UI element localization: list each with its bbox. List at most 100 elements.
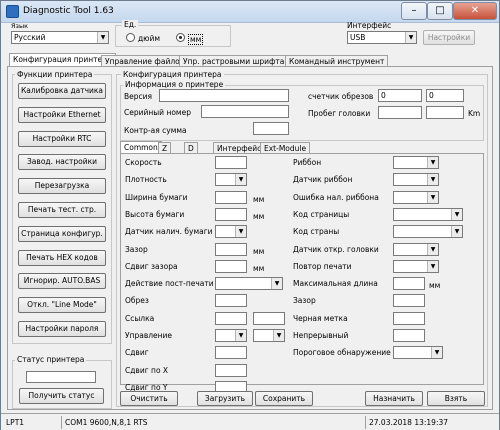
setting-select[interactable]: ▼	[253, 329, 285, 342]
setting-select[interactable]: ▼	[215, 225, 247, 239]
unit-label: мм	[253, 194, 265, 204]
setting-label: Сдвиг зазора	[125, 261, 178, 271]
version-label: Версия	[124, 92, 153, 101]
setting-field[interactable]	[393, 311, 425, 325]
function-button[interactable]: Настройки RTC	[18, 130, 106, 147]
setting-label: Скорость	[125, 158, 162, 167]
status-port: LPT1	[6, 418, 25, 427]
setting-field[interactable]	[393, 294, 425, 308]
setting-label: Зазор	[293, 296, 316, 306]
maximize-button[interactable]: □	[427, 2, 453, 20]
unit-mm-label: мм	[188, 34, 204, 45]
cut-counter-field-2[interactable]: 0	[426, 89, 464, 102]
setting-label: Плотность	[125, 175, 167, 185]
printer-status-field[interactable]	[26, 371, 96, 383]
clear-button[interactable]: Очистить	[120, 391, 178, 406]
tab-bitmap-fonts[interactable]: Упр. растровыми шрифтами	[179, 55, 299, 66]
chevron-down-icon: ▼	[235, 330, 246, 341]
head-mileage-field-2[interactable]	[426, 106, 464, 119]
function-button[interactable]: Печать HEX кодов	[18, 249, 106, 266]
function-button[interactable]: Калибровка датчика	[18, 83, 106, 99]
setting-field[interactable]	[393, 277, 425, 291]
setting-label: Высота бумаги	[125, 209, 185, 219]
setting-select[interactable]: ▼	[393, 346, 443, 360]
save-button[interactable]: Сохранить	[255, 391, 313, 406]
take-button[interactable]: Взять	[427, 391, 485, 406]
chevron-down-icon: ▼	[427, 260, 438, 272]
function-button[interactable]: Перезагрузка	[18, 178, 106, 195]
function-button[interactable]: Игнорир. AUTO.BAS	[18, 273, 106, 290]
setting-field[interactable]	[215, 207, 247, 221]
status-bar: LPT1 COM1 9600,N,8,1 RTS 27.03.2018 13:1…	[1, 413, 499, 430]
chevron-down-icon: ▼	[235, 226, 246, 238]
setting-field[interactable]	[215, 294, 247, 308]
units-label: Ед.	[122, 20, 139, 29]
setting-label: Непрерывный	[293, 331, 349, 340]
setting-label: Датчик риббон	[293, 175, 353, 185]
setting-select[interactable]: ▼	[393, 173, 439, 187]
serial-field[interactable]	[201, 105, 289, 118]
setting-label: Код страницы	[293, 209, 350, 219]
version-field[interactable]	[159, 89, 289, 102]
setting-select[interactable]: ▼	[215, 173, 247, 187]
tab-printer-config[interactable]: Конфигурация принтера	[9, 53, 116, 66]
setting-label: Сдвиг	[125, 348, 149, 358]
setting-select[interactable]: ▼	[393, 259, 439, 273]
app-window: Diagnostic Tool 1.63 – □ ✕ Язык Русский ▼…	[0, 0, 500, 430]
setting-select[interactable]: ▼	[393, 225, 463, 239]
function-button[interactable]: Откл. "Line Mode"	[18, 297, 106, 314]
tab-file-management[interactable]: Управление файлом	[101, 55, 190, 66]
unit-inch-radio[interactable]	[126, 33, 135, 42]
checksum-field[interactable]	[253, 122, 289, 135]
setting-field[interactable]	[253, 311, 285, 325]
setting-field[interactable]	[215, 363, 247, 377]
setting-field[interactable]	[215, 190, 247, 204]
setting-label: Пороговое обнаружение	[293, 348, 391, 358]
assign-button[interactable]: Назначить	[365, 391, 423, 406]
setting-label: Код страны	[293, 227, 340, 237]
setting-label: Сдвиг по X	[125, 365, 169, 375]
unit-mm-radio[interactable]	[176, 33, 185, 42]
cut-counter-field[interactable]: 0	[378, 89, 422, 102]
setting-field[interactable]	[215, 311, 247, 325]
minimize-button[interactable]: –	[401, 2, 427, 20]
close-button[interactable]: ✕	[453, 2, 497, 20]
subtab-interface[interactable]: Интерфейс	[213, 142, 266, 153]
load-button[interactable]: Загрузить	[197, 391, 253, 406]
app-icon	[6, 5, 19, 18]
setting-field[interactable]	[215, 242, 247, 256]
chevron-down-icon: ▼	[427, 191, 438, 203]
setting-select[interactable]: ▼	[393, 242, 439, 256]
subtab-ext-module[interactable]: Ext-Module	[260, 142, 311, 153]
function-button[interactable]: Завод. настройки	[18, 154, 106, 171]
function-button[interactable]: Печать тест. стр.	[18, 202, 106, 218]
function-button[interactable]: Настройки Ethernet	[18, 106, 106, 123]
language-value: Русский	[14, 33, 46, 42]
setting-select[interactable]: ▼	[393, 156, 439, 169]
head-mileage-field[interactable]	[378, 106, 422, 119]
km-label: Km	[468, 109, 481, 118]
language-select[interactable]: Русский ▼	[11, 31, 109, 44]
setting-select[interactable]: ▼	[393, 190, 439, 204]
interface-select[interactable]: USB ▼	[347, 31, 417, 44]
function-button[interactable]: Настройки пароля	[18, 321, 106, 337]
setting-select[interactable]: ▼	[215, 277, 283, 291]
subtab-d[interactable]: D	[184, 142, 198, 153]
get-status-button[interactable]: Получить статус	[19, 388, 104, 404]
subtab-common[interactable]: Common	[120, 141, 162, 153]
setting-field[interactable]	[393, 329, 425, 342]
setting-select[interactable]: ▼	[215, 329, 247, 342]
setting-field[interactable]	[215, 346, 247, 360]
subtab-z[interactable]: Z	[158, 142, 172, 153]
window-title: Diagnostic Tool 1.63	[23, 6, 114, 16]
function-button[interactable]: Страница конфигур.	[18, 225, 106, 242]
status-com: COM1 9600,N,8,1 RTS	[61, 416, 361, 429]
interface-settings-button[interactable]: Настройки	[423, 30, 475, 45]
unit-label: мм	[429, 281, 441, 291]
setting-select[interactable]: ▼	[393, 207, 463, 221]
setting-label: Зазор	[125, 244, 148, 254]
setting-field[interactable]	[215, 156, 247, 169]
setting-field[interactable]	[215, 259, 247, 273]
head-mileage-label: Пробег головки	[308, 109, 371, 118]
tab-command-tool[interactable]: Командный инструмент	[285, 55, 389, 66]
